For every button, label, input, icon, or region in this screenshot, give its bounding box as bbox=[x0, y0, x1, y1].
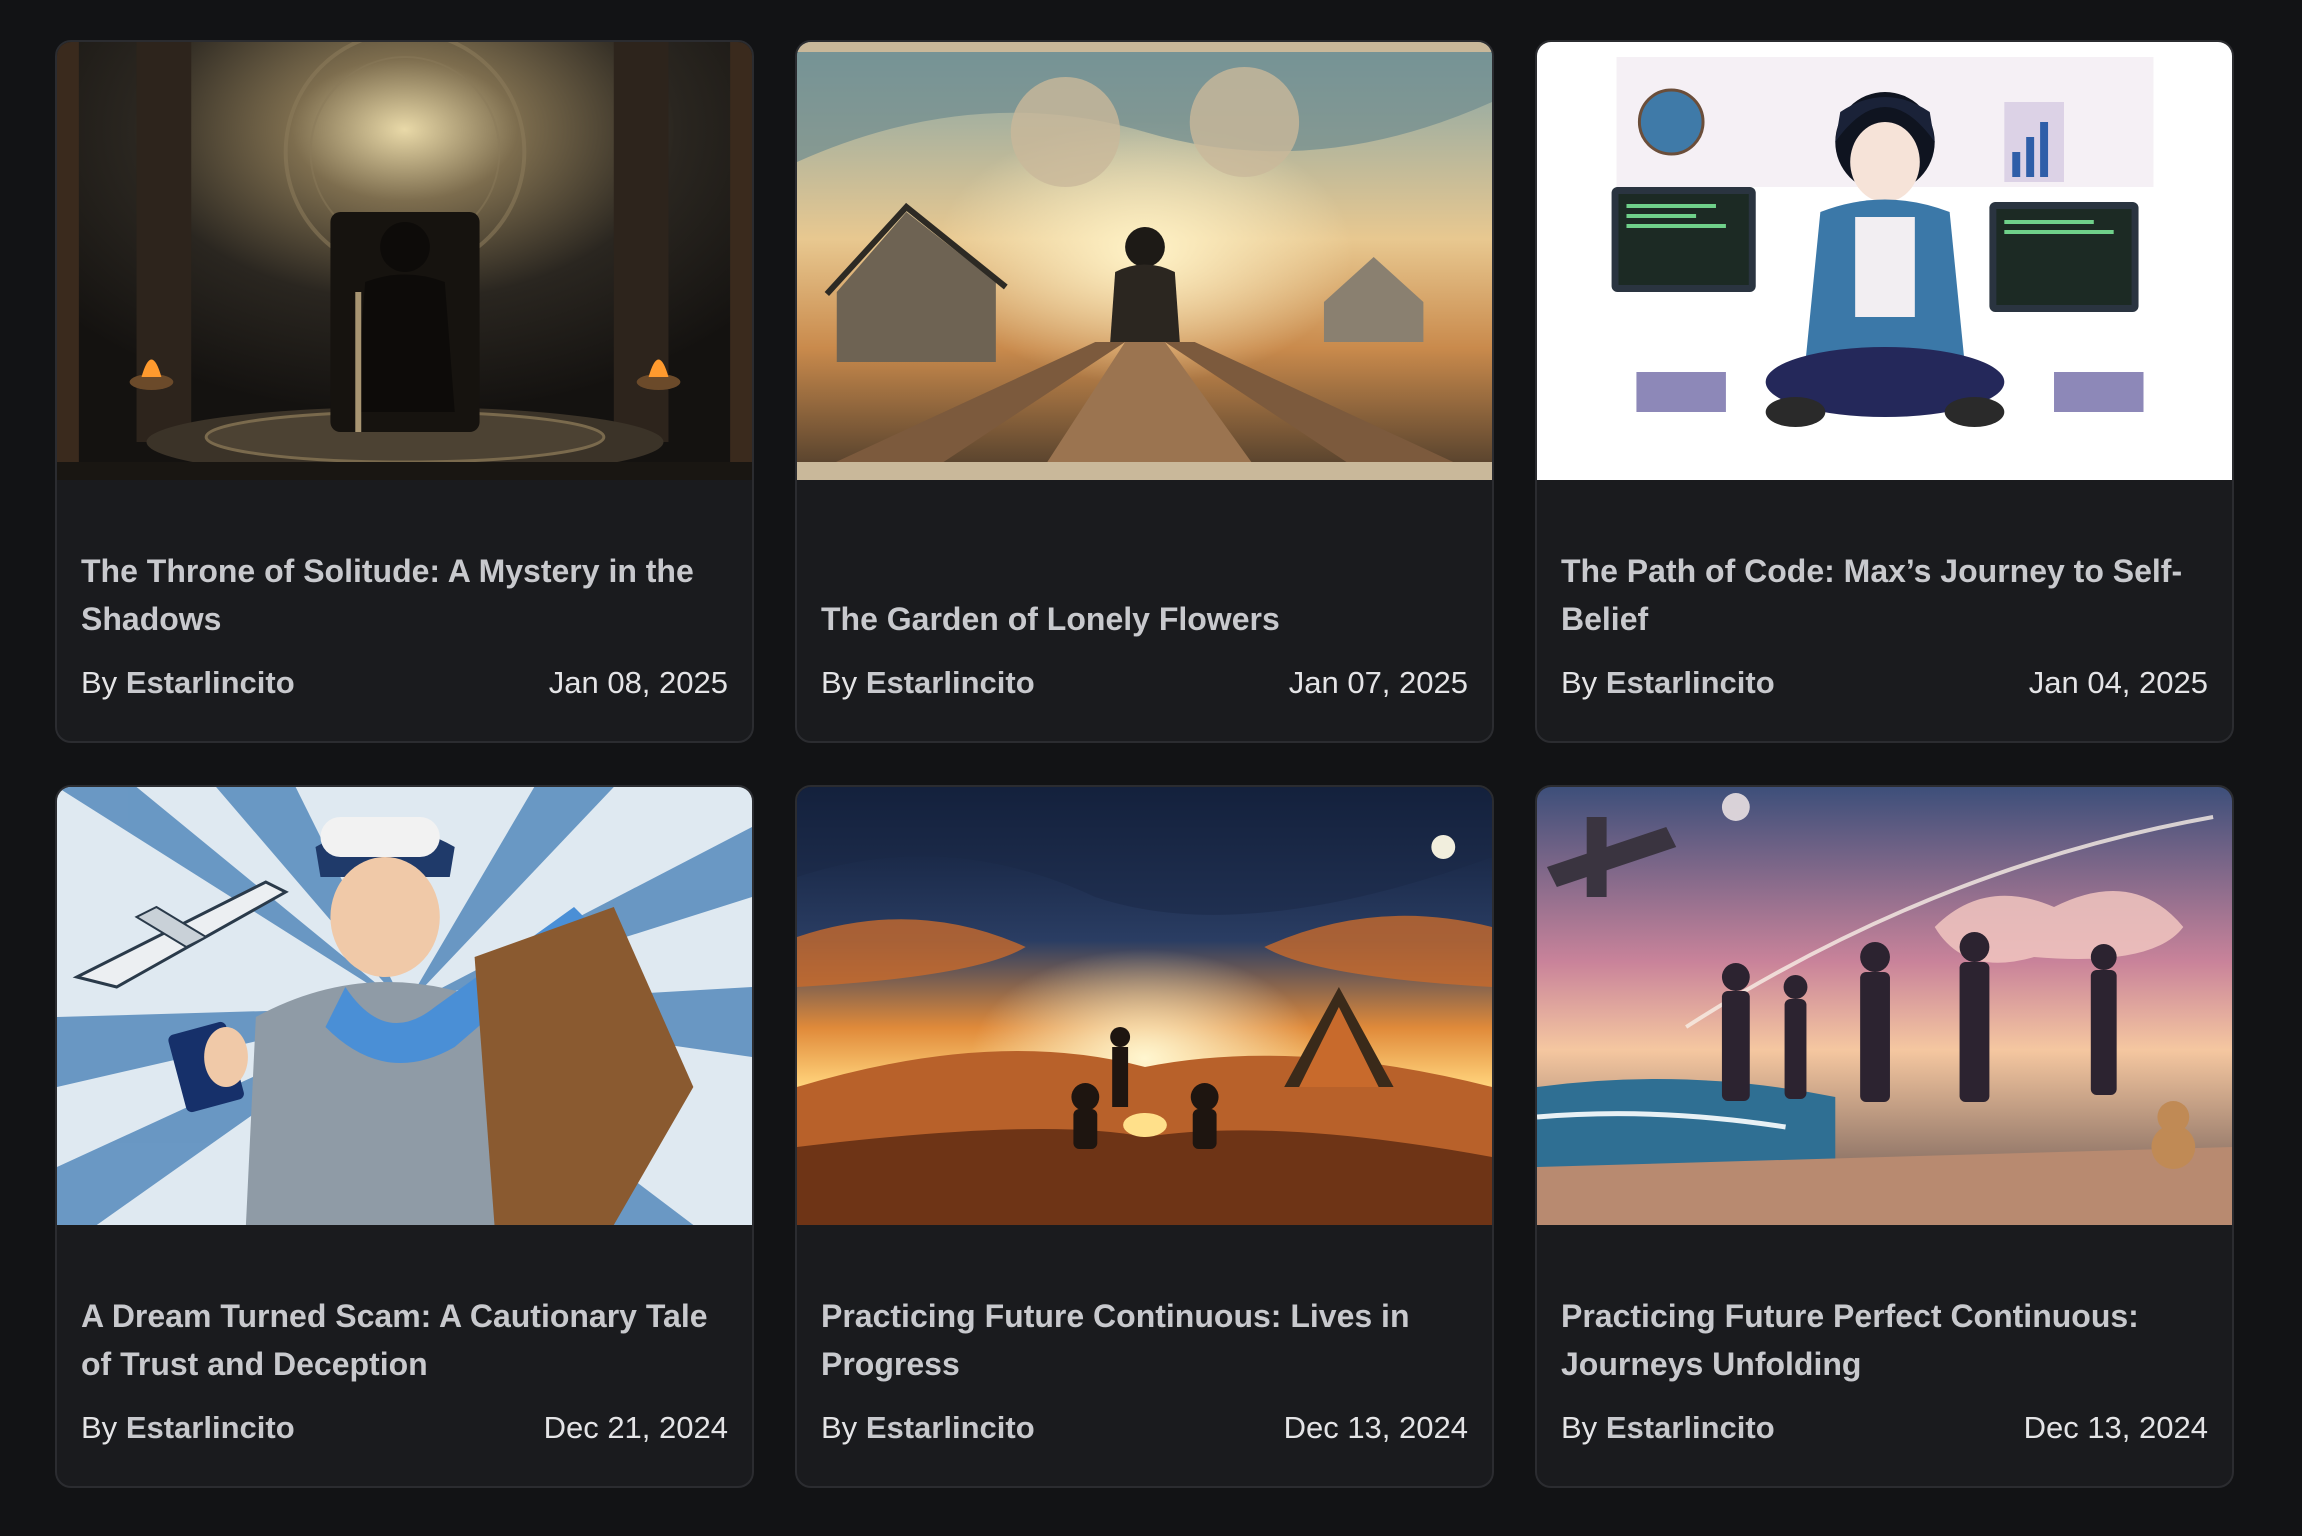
travelers-beach-illustration bbox=[1537, 787, 2232, 1225]
post-byline: By Estarlincito bbox=[821, 663, 1035, 703]
post-meta: By Estarlincito Jan 07, 2025 bbox=[821, 663, 1468, 703]
post-title[interactable]: Practicing Future Perfect Continuous: Jo… bbox=[1561, 1292, 2208, 1388]
post-thumbnail[interactable] bbox=[797, 787, 1492, 1225]
post-author: Estarlincito bbox=[1605, 665, 1775, 700]
by-prefix: By bbox=[81, 665, 118, 700]
post-thumbnail[interactable] bbox=[57, 42, 752, 480]
post-meta: By Estarlincito Dec 13, 2024 bbox=[821, 1408, 1468, 1448]
post-author: Estarlincito bbox=[1605, 1410, 1775, 1445]
post-title[interactable]: The Path of Code: Max’s Journey to Self-… bbox=[1561, 547, 2208, 643]
post-info: A Dream Turned Scam: A Cautionary Tale o… bbox=[57, 1292, 752, 1486]
post-author: Estarlincito bbox=[125, 1410, 295, 1445]
post-title[interactable]: Practicing Future Continuous: Lives in P… bbox=[821, 1292, 1468, 1388]
post-date: Jan 08, 2025 bbox=[548, 665, 728, 700]
by-prefix: By bbox=[1561, 665, 1598, 700]
post-card[interactable]: A Dream Turned Scam: A Cautionary Tale o… bbox=[55, 785, 754, 1488]
post-byline: By Estarlincito bbox=[1561, 1408, 1775, 1448]
post-thumbnail[interactable] bbox=[1537, 787, 2232, 1225]
post-date: Dec 13, 2024 bbox=[2023, 1410, 2208, 1445]
post-info: The Path of Code: Max’s Journey to Self-… bbox=[1537, 547, 2232, 741]
by-prefix: By bbox=[821, 665, 858, 700]
post-date: Dec 21, 2024 bbox=[543, 1410, 728, 1445]
post-thumbnail[interactable] bbox=[57, 787, 752, 1225]
traveler-airplane-illustration bbox=[57, 787, 752, 1225]
post-byline: By Estarlincito bbox=[81, 1408, 295, 1448]
post-title[interactable]: The Garden of Lonely Flowers bbox=[821, 595, 1468, 643]
post-date: Dec 13, 2024 bbox=[1283, 1410, 1468, 1445]
post-byline: By Estarlincito bbox=[1561, 663, 1775, 703]
post-meta: By Estarlincito Jan 04, 2025 bbox=[1561, 663, 2208, 703]
post-author: Estarlincito bbox=[865, 1410, 1035, 1445]
post-date: Jan 07, 2025 bbox=[1288, 665, 1468, 700]
post-byline: By Estarlincito bbox=[821, 1408, 1035, 1448]
post-info: The Throne of Solitude: A Mystery in the… bbox=[57, 547, 752, 741]
post-card[interactable]: Practicing Future Perfect Continuous: Jo… bbox=[1535, 785, 2234, 1488]
post-date: Jan 04, 2025 bbox=[2028, 665, 2208, 700]
post-meta: By Estarlincito Jan 08, 2025 bbox=[81, 663, 728, 703]
post-grid: The Throne of Solitude: A Mystery in the… bbox=[55, 40, 2235, 1488]
post-meta: By Estarlincito Dec 21, 2024 bbox=[81, 1408, 728, 1448]
post-card[interactable]: The Garden of Lonely Flowers By Estarlin… bbox=[795, 40, 1494, 743]
post-byline: By Estarlincito bbox=[81, 663, 295, 703]
post-card[interactable]: Practicing Future Continuous: Lives in P… bbox=[795, 785, 1494, 1488]
post-title[interactable]: The Throne of Solitude: A Mystery in the… bbox=[81, 547, 728, 643]
post-thumbnail[interactable] bbox=[1537, 42, 2232, 480]
by-prefix: By bbox=[821, 1410, 858, 1445]
coder-desk-illustration bbox=[1537, 42, 2232, 480]
post-title[interactable]: A Dream Turned Scam: A Cautionary Tale o… bbox=[81, 1292, 728, 1388]
post-author: Estarlincito bbox=[865, 665, 1035, 700]
village-boardwalk-illustration bbox=[797, 42, 1492, 480]
post-meta: By Estarlincito Dec 13, 2024 bbox=[1561, 1408, 2208, 1448]
post-info: Practicing Future Perfect Continuous: Jo… bbox=[1537, 1292, 2232, 1486]
by-prefix: By bbox=[81, 1410, 118, 1445]
desert-campfire-illustration bbox=[797, 787, 1492, 1225]
post-thumbnail[interactable] bbox=[797, 42, 1492, 480]
post-info: Practicing Future Continuous: Lives in P… bbox=[797, 1292, 1492, 1486]
post-card[interactable]: The Path of Code: Max’s Journey to Self-… bbox=[1535, 40, 2234, 743]
post-info: The Garden of Lonely Flowers By Estarlin… bbox=[797, 595, 1492, 741]
by-prefix: By bbox=[1561, 1410, 1598, 1445]
dark-throne-illustration bbox=[57, 42, 752, 480]
post-card[interactable]: The Throne of Solitude: A Mystery in the… bbox=[55, 40, 754, 743]
post-author: Estarlincito bbox=[125, 665, 295, 700]
